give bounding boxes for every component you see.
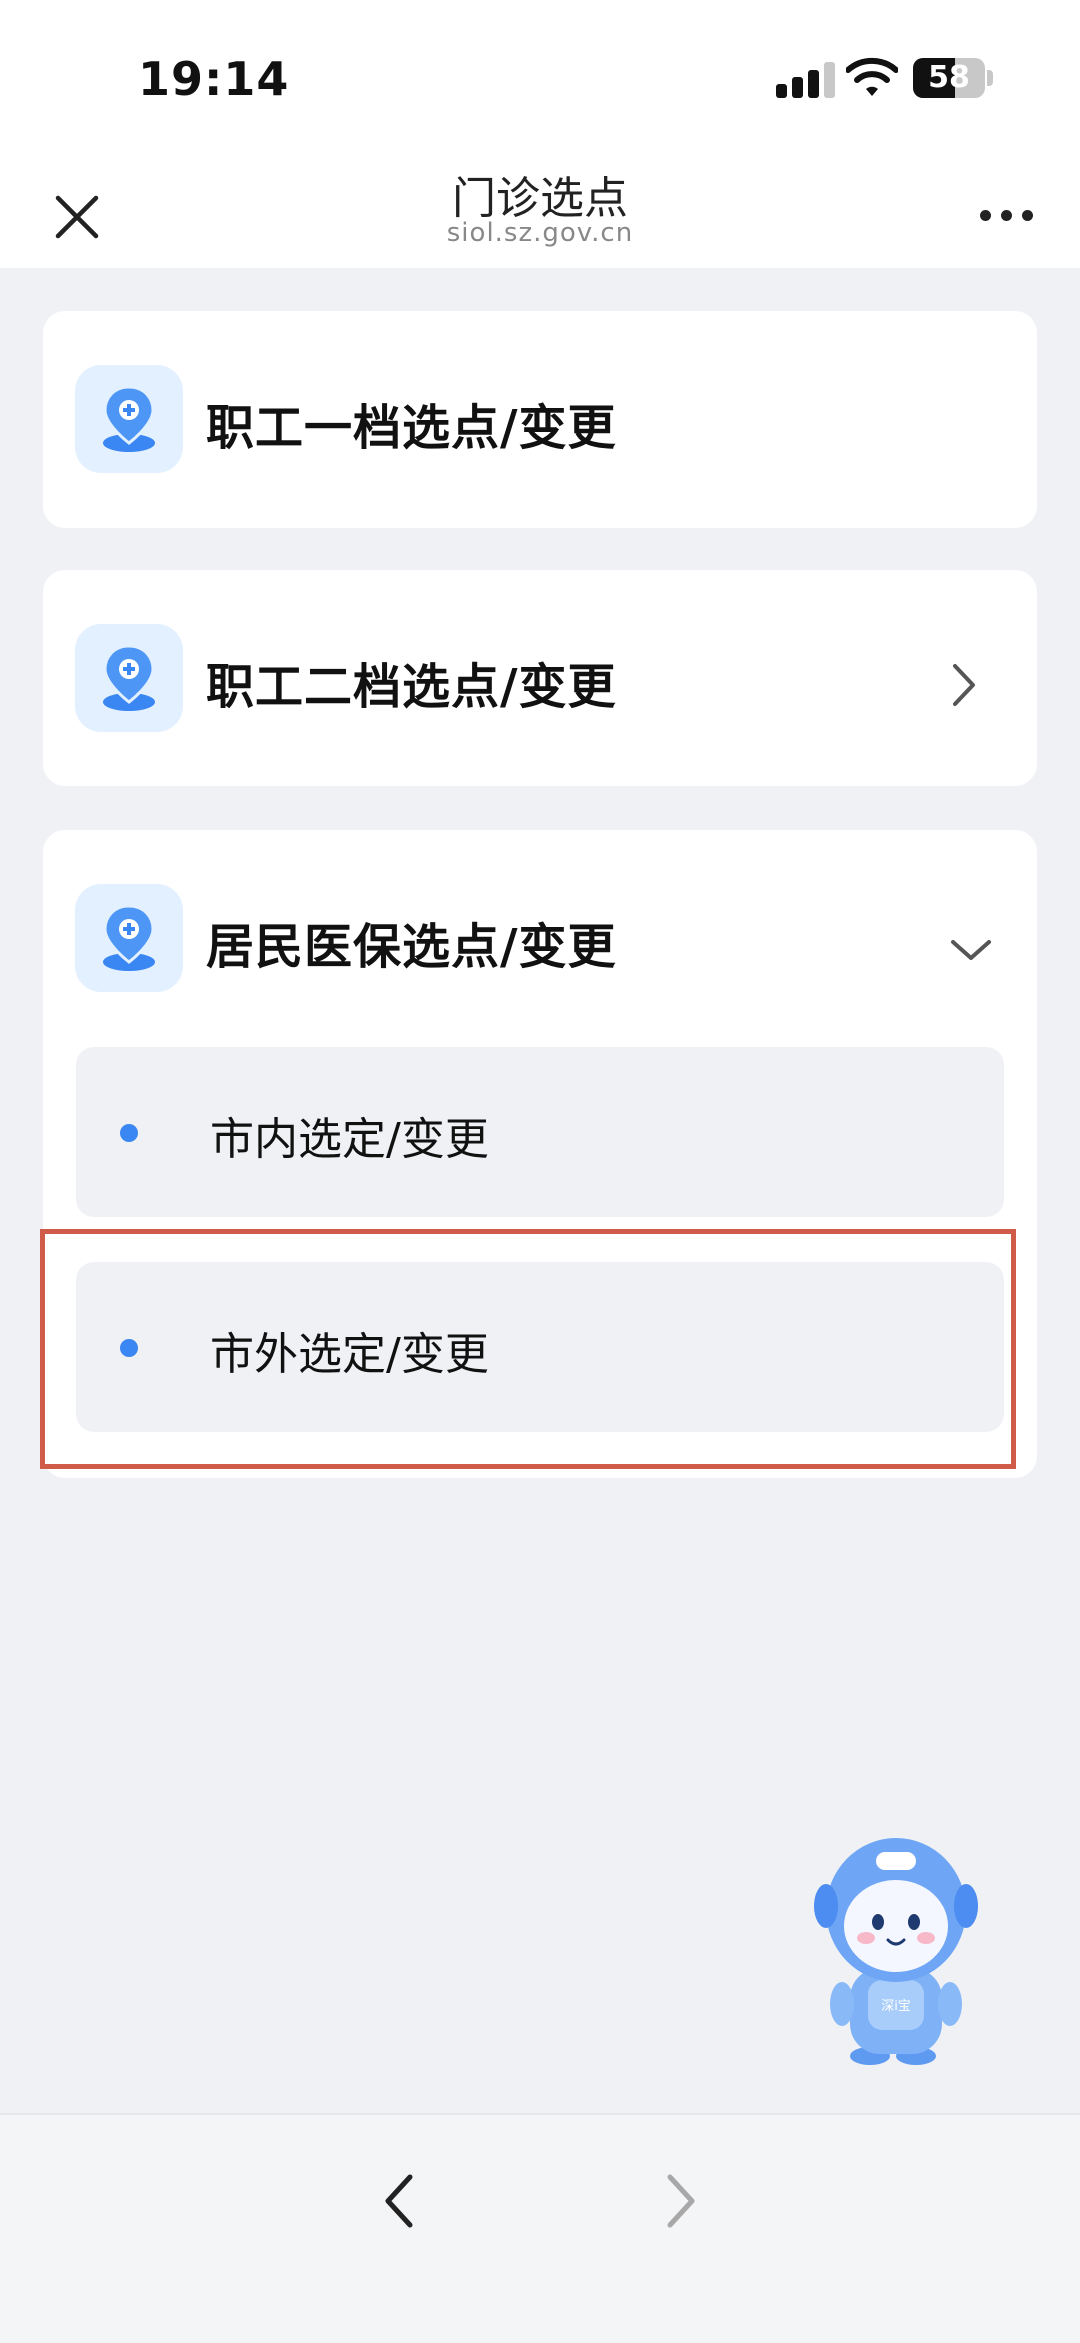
sub-item-label: 市内选定/变更 [210,1114,489,1165]
wifi-icon [846,57,898,96]
page-title: 门诊选点 [452,173,628,224]
page-domain: siol.sz.gov.cn [446,218,634,248]
status-bar: 19:14 58 [0,0,1080,150]
battery-cap [987,70,993,86]
location-pin-icon [75,365,183,473]
nav-bar: 门诊选点 siol.sz.gov.cn [0,150,1080,268]
location-pin-icon [75,884,183,992]
assistant-mascot-icon[interactable]: 深i宝 [810,1828,990,2068]
battery-percent: 58 [928,60,970,95]
card-header-resident-insurance[interactable]: 居民医保选点/变更 [43,830,1037,1030]
card-label: 居民医保选点/变更 [206,919,617,975]
option-card-employee-tier1[interactable]: 职工一档选点/变更 [43,311,1037,528]
bullet-dot [120,1124,138,1142]
location-pin-icon [75,624,183,732]
signal-icon [776,62,836,98]
back-arrow-icon[interactable] [370,2161,432,2241]
battery-icon: 58 [913,58,985,98]
forward-arrow-icon[interactable] [648,2161,710,2241]
svg-text:深i宝: 深i宝 [881,1999,911,2014]
card-label: 职工二档选点/变更 [206,659,617,715]
sub-item-in-city[interactable]: 市内选定/变更 [76,1047,1004,1217]
option-card-employee-tier2[interactable]: 职工二档选点/变更 [43,570,1037,786]
status-time: 19:14 [138,52,290,106]
highlight-box [40,1229,1016,1469]
chevron-down-icon [951,940,991,960]
browser-bottom-bar [0,2113,1080,2343]
more-icon[interactable] [970,196,1044,236]
chevron-right-icon [953,664,975,706]
card-label: 职工一档选点/变更 [206,400,617,456]
